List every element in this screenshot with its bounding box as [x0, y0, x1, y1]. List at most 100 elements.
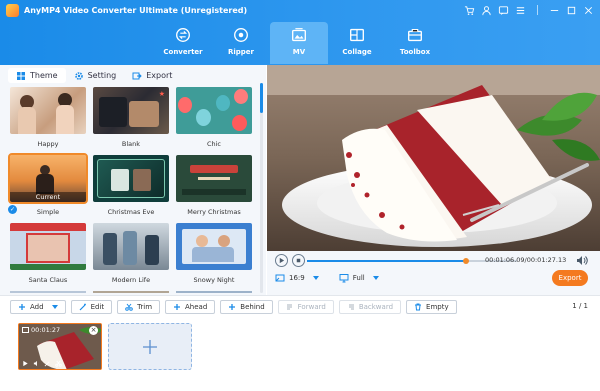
theme-item-snowy-night[interactable]: Snowy Night — [176, 223, 252, 284]
theme-label: Santa Claus — [28, 276, 68, 284]
user-icon[interactable] — [479, 3, 494, 17]
ahead-label: Ahead — [185, 303, 208, 311]
tab-export[interactable]: Export — [124, 68, 180, 83]
maximize-icon[interactable] — [564, 3, 579, 17]
view-mode-select[interactable]: Full — [339, 273, 379, 283]
nav-tab-collage[interactable]: Collage — [328, 22, 386, 64]
timecode: 00:01:06.09/00:01:27.13 — [485, 256, 567, 264]
volume-icon[interactable] — [576, 255, 588, 266]
backward-button[interactable]: Backward — [338, 300, 402, 314]
tab-label: Theme — [30, 71, 58, 80]
theme-label: Christmas Eve — [107, 208, 155, 216]
volume-icon[interactable] — [33, 360, 40, 367]
clip-item[interactable]: 00:01:27 × — [18, 323, 102, 370]
theme-label: Simple — [36, 208, 60, 216]
theme-thumbnail-partial — [10, 291, 86, 293]
window-controls — [462, 3, 596, 17]
tab-theme[interactable]: Theme — [8, 68, 66, 83]
preview-image — [267, 65, 600, 251]
aspect-ratio-icon — [275, 274, 285, 282]
empty-button[interactable]: Empty — [406, 300, 457, 314]
theme-label: Snowy Night — [193, 276, 235, 284]
theme-item-merry-christmas[interactable]: Merry Christmas — [176, 155, 252, 216]
edit-label: Edit — [90, 303, 105, 311]
tab-label: Export — [146, 71, 173, 80]
cart-icon[interactable] — [462, 3, 477, 17]
chat-icon[interactable] — [496, 3, 511, 17]
clip-tools — [22, 360, 62, 367]
plus-icon — [174, 304, 181, 310]
toolbox-icon — [408, 29, 422, 42]
panel-tabs: Theme Setting Export — [8, 68, 180, 83]
plus-icon — [19, 304, 25, 310]
nav-tab-mv[interactable]: MV — [270, 22, 328, 64]
nav-tab-ripper[interactable]: Ripper — [212, 22, 270, 64]
theme-item-chic[interactable]: Chic — [176, 87, 252, 148]
check-icon: ✓ — [8, 205, 17, 214]
scissors-icon[interactable] — [55, 360, 62, 367]
nav-tab-converter[interactable]: Converter — [154, 22, 212, 64]
trash-icon — [415, 303, 422, 311]
aspect-ratio-select[interactable]: 16:9 — [275, 273, 319, 283]
forward-icon — [286, 304, 292, 310]
theme-thumbnail — [176, 223, 252, 270]
theme-item-santa-claus[interactable]: Santa Claus — [10, 223, 86, 284]
theme-item-blank[interactable]: ★ Blank — [93, 87, 169, 148]
menu-icon[interactable] — [513, 3, 528, 17]
chevron-down-icon — [51, 305, 58, 309]
clip-timeline: 00:01:27 × — [0, 317, 600, 391]
divider — [530, 3, 545, 17]
minimize-icon[interactable] — [547, 3, 562, 17]
chevron-down-icon — [312, 276, 319, 280]
progress-fill — [307, 260, 467, 262]
theme-scrollbar[interactable] — [260, 83, 263, 293]
app-logo — [6, 4, 19, 17]
theme-grid: Happy ★ Blank Chic Current Simple ✓ Chri… — [8, 87, 256, 293]
ahead-button[interactable]: Ahead — [165, 300, 216, 314]
forward-button[interactable]: Forward — [277, 300, 334, 314]
video-preview[interactable] — [267, 65, 600, 251]
collage-icon — [350, 28, 364, 42]
theme-item-happy[interactable]: Happy — [10, 87, 86, 148]
grid-icon — [17, 71, 25, 80]
current-badge: Current — [10, 192, 86, 202]
theme-item-modern-life[interactable]: Modern Life — [93, 223, 169, 284]
tab-setting[interactable]: Setting — [66, 68, 125, 83]
magic-wand-icon[interactable] — [44, 360, 51, 367]
edit-button[interactable]: Edit — [70, 300, 113, 314]
nav-tab-toolbox[interactable]: Toolbox — [386, 22, 444, 64]
backward-label: Backward — [358, 303, 394, 311]
theme-thumbnail — [93, 223, 169, 270]
export-button[interactable]: Export — [552, 270, 588, 286]
monitor-icon — [339, 274, 349, 283]
scissors-icon — [125, 303, 133, 311]
theme-item-christmas-eve[interactable]: Christmas Eve — [93, 155, 169, 216]
clip-remove-icon[interactable]: × — [89, 326, 98, 335]
theme-thumbnail-partial — [93, 291, 169, 293]
stop-button[interactable] — [292, 254, 305, 267]
player-controls: 00:01:06.09/00:01:27.13 16:9 Full Export — [267, 251, 600, 295]
edit-toolbar: Add Edit Trim Ahead Behind Forward Backw… — [0, 295, 600, 317]
clip-duration-value: 00:01:27 — [31, 326, 61, 334]
theme-thumbnail-partial — [176, 291, 252, 293]
scrollbar-thumb[interactable] — [260, 83, 263, 113]
close-icon[interactable] — [581, 3, 596, 17]
aspect-ratio-value: 16:9 — [289, 274, 305, 282]
chevron-down-icon — [372, 276, 379, 280]
behind-button[interactable]: Behind — [220, 300, 273, 314]
theme-thumbnail: ★ — [93, 87, 169, 134]
theme-thumbnail: Current — [8, 153, 88, 204]
theme-label: Modern Life — [111, 276, 151, 284]
add-clip-button[interactable] — [108, 323, 192, 370]
theme-label: Blank — [121, 140, 141, 148]
add-button[interactable]: Add — [10, 300, 66, 314]
theme-item-simple[interactable]: Current Simple — [8, 153, 88, 216]
play-icon[interactable] — [22, 360, 29, 367]
play-button[interactable] — [275, 254, 288, 267]
mv-icon — [292, 28, 306, 42]
trim-button[interactable]: Trim — [117, 300, 161, 314]
add-label: Add — [30, 303, 44, 311]
star-icon: ★ — [158, 90, 165, 98]
progress-handle[interactable] — [463, 258, 470, 264]
plus-icon — [143, 339, 157, 354]
